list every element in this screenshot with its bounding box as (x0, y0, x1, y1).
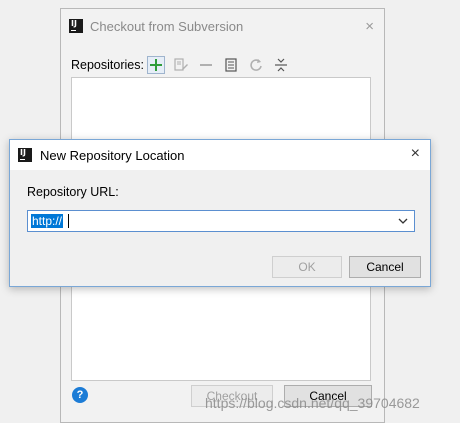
collapse-button[interactable] (272, 56, 290, 74)
new-repository-close-button[interactable]: × (411, 145, 420, 163)
new-repository-title: New Repository Location (40, 147, 185, 163)
repository-url-input[interactable]: http:// (31, 214, 64, 228)
new-repository-dialog: IJ New Repository Location × Repository … (9, 139, 431, 287)
repositories-toolbar: Repositories: (71, 55, 297, 75)
refresh-icon (250, 59, 262, 71)
intellij-logo-icon: IJ (69, 19, 83, 33)
browse-repository-button[interactable] (222, 56, 240, 74)
repositories-label: Repositories: (71, 58, 144, 72)
repository-url-combobox[interactable]: http:// (27, 210, 415, 232)
repository-url-label: Repository URL: (27, 185, 119, 199)
edit-repository-button[interactable] (172, 56, 190, 74)
help-button[interactable]: ? (72, 387, 88, 403)
cancel-button[interactable]: Cancel (349, 256, 421, 278)
add-icon (149, 59, 162, 71)
new-repository-titlebar: IJ New Repository Location × (10, 140, 430, 170)
browse-icon (225, 58, 237, 72)
checkout-dialog-title: Checkout from Subversion (90, 18, 244, 34)
checkout-dialog-close-button[interactable]: × (365, 18, 374, 35)
chevron-down-icon[interactable] (396, 213, 410, 229)
refresh-button[interactable] (247, 56, 265, 74)
remove-repository-button[interactable] (197, 56, 215, 74)
text-caret (68, 214, 69, 228)
checkout-dialog-titlebar: IJ Checkout from Subversion × (61, 9, 384, 43)
ok-button[interactable]: OK (272, 256, 342, 278)
remove-icon (199, 64, 212, 66)
edit-icon (174, 58, 188, 71)
watermark: https://blog.csdn.net/qq_39704682 (205, 395, 420, 411)
intellij-logo-icon: IJ (18, 148, 32, 162)
collapse-icon (274, 58, 287, 72)
add-repository-button[interactable] (146, 56, 165, 74)
